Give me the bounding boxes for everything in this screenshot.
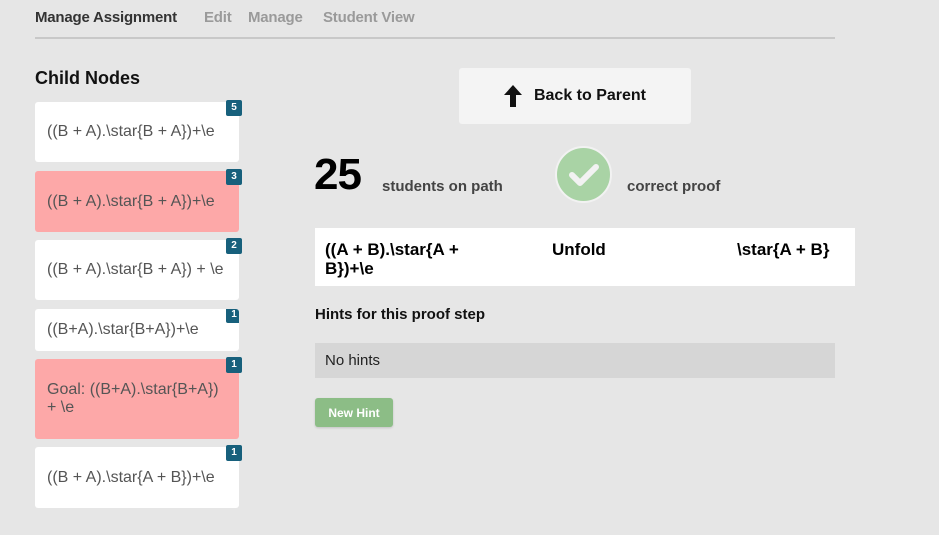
- check-icon: [555, 146, 612, 203]
- no-hints-text: No hints: [325, 352, 381, 369]
- child-node[interactable]: ((B+A).\star{B+A})+\e 1: [35, 309, 239, 351]
- count-badge: 1: [226, 445, 242, 461]
- child-node[interactable]: ((B + A).\star{B + A})+\e 5: [35, 100, 242, 162]
- child-node-label: ((B + A).\star{B + A}) + \e: [47, 261, 224, 278]
- proof-step-row: ((A + B).\star{A + B})+\e Unfold \star{A…: [315, 228, 855, 286]
- students-count: 25: [314, 150, 362, 199]
- child-nodes-title: Child Nodes: [35, 68, 141, 88]
- students-on-path-label: students on path: [382, 178, 503, 195]
- child-node[interactable]: ((B + A).\star{B + A}) + \e 2: [35, 238, 242, 300]
- proof-rule: Unfold: [552, 240, 606, 259]
- nav-edit[interactable]: Edit: [204, 9, 232, 26]
- proof-result: \star{A + B}: [737, 240, 830, 259]
- child-node-label: Goal: ((B+A).\star{B+A}) + \e: [47, 381, 219, 416]
- count-badge: 1: [226, 357, 242, 373]
- child-node-label: ((B+A).\star{B+A})+\e: [47, 321, 199, 338]
- arrow-up-icon: [503, 85, 522, 107]
- count-badge: 2: [226, 238, 242, 254]
- correct-proof-label: correct proof: [627, 178, 721, 195]
- child-node-label: ((B + A).\star{B + A})+\e: [47, 192, 215, 210]
- child-node-label: ((B + A).\star{B + A})+\e: [47, 123, 215, 140]
- child-node-goal[interactable]: Goal: ((B+A).\star{B+A}) + \e 1: [35, 357, 242, 439]
- hints-title: Hints for this proof step: [315, 306, 485, 323]
- nav-manage[interactable]: Manage: [248, 9, 303, 26]
- new-hint-button[interactable]: New Hint: [315, 398, 393, 427]
- child-node[interactable]: ((B + A).\star{A + B})+\e 1: [35, 445, 242, 508]
- top-nav: Manage Assignment Edit Manage Student Vi…: [35, 9, 835, 39]
- hints-list: No hints: [315, 343, 835, 378]
- back-to-parent-label: Back to Parent: [533, 87, 647, 104]
- proof-expression: ((A + B).\star{A + B})+\e: [325, 240, 459, 278]
- count-badge: 1: [226, 309, 239, 323]
- nav-manage-assignment[interactable]: Manage Assignment: [35, 9, 177, 26]
- back-to-parent-button[interactable]: Back to Parent: [459, 68, 691, 124]
- child-node[interactable]: ((B + A).\star{B + A})+\e 3: [35, 169, 242, 232]
- count-badge: 5: [226, 100, 242, 116]
- child-node-label: ((B + A).\star{A + B})+\e: [47, 468, 215, 486]
- count-badge: 3: [226, 169, 242, 185]
- nav-student-view[interactable]: Student View: [323, 9, 415, 26]
